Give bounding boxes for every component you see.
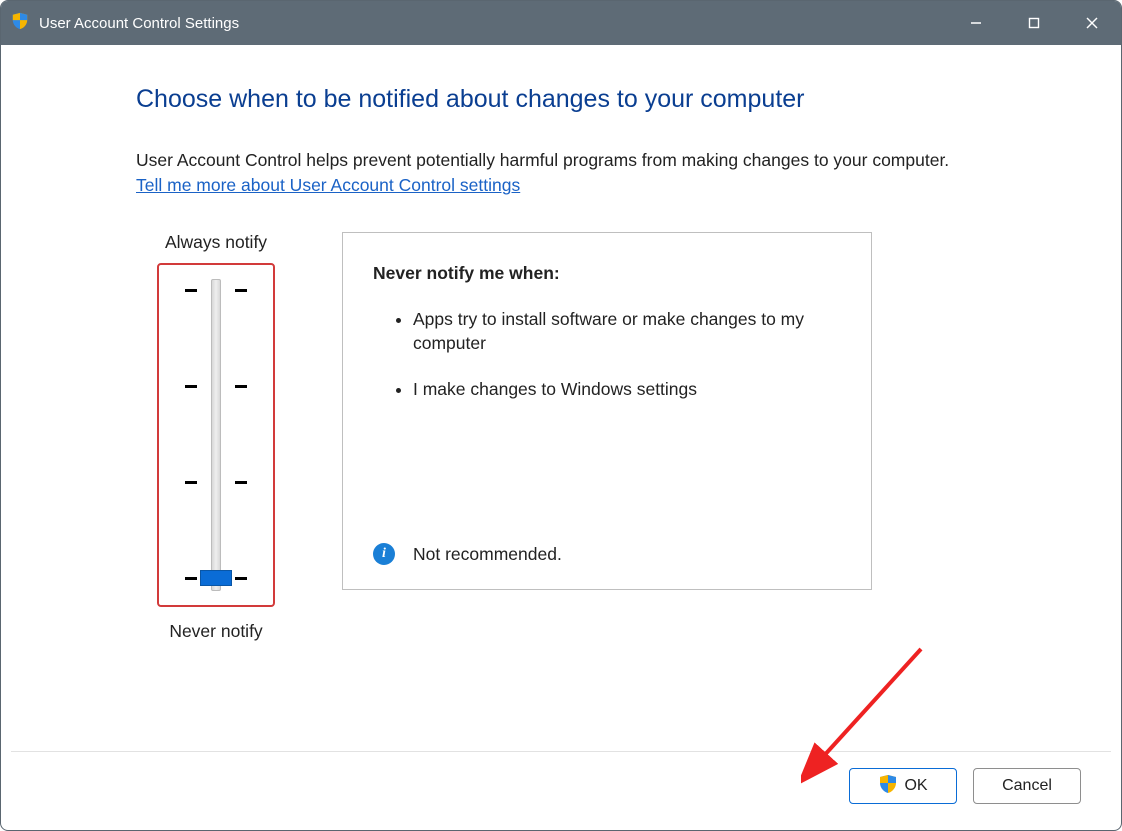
ok-button[interactable]: OK: [849, 768, 957, 804]
help-link[interactable]: Tell me more about User Account Control …: [136, 175, 520, 196]
description-title: Never notify me when:: [373, 263, 841, 284]
slider-bottom-label: Never notify: [136, 621, 296, 642]
cancel-button-label: Cancel: [1002, 777, 1052, 795]
tick-mark: [235, 481, 247, 484]
uac-settings-window: User Account Control Settings Choose whe…: [0, 0, 1122, 831]
close-button[interactable]: [1063, 1, 1121, 45]
slider-thumb[interactable]: [200, 570, 232, 586]
tick-mark: [185, 385, 197, 388]
bullet-item: I make changes to Windows settings: [413, 378, 833, 402]
bullet-item: Apps try to install software or make cha…: [413, 308, 833, 355]
button-row: OK Cancel: [849, 768, 1081, 804]
intro-text: User Account Control helps prevent poten…: [136, 148, 1061, 173]
ok-button-label: OK: [904, 777, 927, 795]
status-text: Not recommended.: [413, 544, 562, 565]
shield-icon: [878, 774, 898, 799]
tick-mark: [235, 289, 247, 292]
annotation-arrow: [801, 639, 951, 789]
info-icon: i: [373, 543, 395, 565]
shield-icon: [11, 12, 29, 34]
tick-mark: [185, 481, 197, 484]
tick-mark: [185, 577, 197, 580]
tick-mark: [235, 577, 247, 580]
tick-mark: [235, 385, 247, 388]
tick-mark: [185, 289, 197, 292]
status-row: i Not recommended.: [373, 543, 562, 565]
slider-column: Always notify Never notify: [136, 232, 296, 642]
slider-highlight: [157, 263, 275, 607]
content-area: Choose when to be notified about changes…: [1, 45, 1121, 642]
description-panel: Never notify me when: Apps try to instal…: [342, 232, 872, 590]
titlebar[interactable]: User Account Control Settings: [1, 1, 1121, 45]
slider-track[interactable]: [211, 279, 221, 591]
maximize-button[interactable]: [1005, 1, 1063, 45]
slider-top-label: Always notify: [136, 232, 296, 253]
divider: [11, 751, 1111, 752]
page-heading: Choose when to be notified about changes…: [136, 85, 1061, 114]
minimize-button[interactable]: [947, 1, 1005, 45]
cancel-button[interactable]: Cancel: [973, 768, 1081, 804]
window-controls: [947, 1, 1121, 45]
window-title: User Account Control Settings: [39, 15, 239, 32]
description-bullets: Apps try to install software or make cha…: [373, 308, 841, 401]
